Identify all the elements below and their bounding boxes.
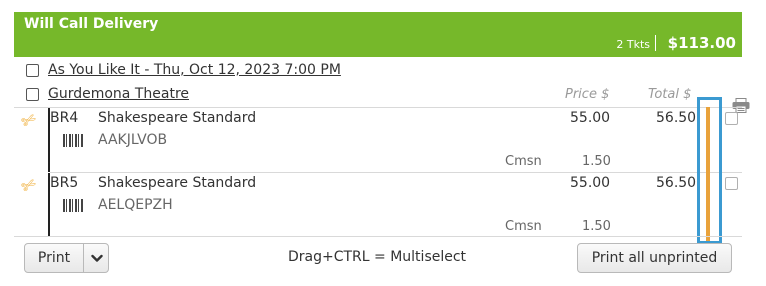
venue-link[interactable]: Gurdemona Theatre xyxy=(48,86,189,102)
multiselect-hint: Drag+CTRL = Multiselect xyxy=(288,249,467,265)
event-row: As You Like It - Thu, Oct 12, 2023 7:00 … xyxy=(14,59,742,83)
selection-box xyxy=(697,97,722,244)
ticket-total: 56.50 xyxy=(656,110,697,126)
commission-label: Cmsn xyxy=(505,154,542,169)
tickets-count: 2 Tkts xyxy=(616,38,650,51)
price-column-header: Price $ xyxy=(565,87,610,102)
venue-checkbox[interactable] xyxy=(26,88,39,101)
split-divider xyxy=(83,244,84,272)
barcode-text: AAKJLVOB xyxy=(98,132,168,148)
commission-label: Cmsn xyxy=(505,219,542,234)
seat-label: BR5 xyxy=(50,175,79,191)
barcode-icon xyxy=(63,199,84,212)
commission-value: 1.50 xyxy=(582,219,611,234)
seat-label: BR4 xyxy=(50,110,79,126)
order-total: $113.00 xyxy=(667,34,736,52)
ticket-checkbox[interactable] xyxy=(725,177,738,190)
panel-footer: Print Drag+CTRL = Multiselect Print all … xyxy=(14,236,742,284)
venue-row: Gurdemona Theatre Price $ Total $ xyxy=(14,83,742,107)
ticket-checkbox[interactable] xyxy=(725,112,738,125)
panel-header: Will Call Delivery 2 Tkts $113.00 xyxy=(14,12,742,57)
header-divider xyxy=(655,35,656,51)
barcode-icon xyxy=(63,134,84,147)
ticket-price: 55.00 xyxy=(570,175,611,191)
ticket-price: 55.00 xyxy=(570,110,611,126)
divider-line xyxy=(14,107,742,108)
ticket-divider xyxy=(50,172,742,173)
price-level: Shakespeare Standard xyxy=(98,175,257,191)
barcode-text: AELQEPZH xyxy=(98,197,173,213)
chevron-down-icon[interactable] xyxy=(91,254,103,263)
printer-icon[interactable] xyxy=(732,98,750,113)
price-level: Shakespeare Standard xyxy=(98,110,257,126)
event-checkbox[interactable] xyxy=(26,64,39,77)
ticket-icon: ✄ xyxy=(18,108,41,134)
total-column-header: Total $ xyxy=(648,87,692,102)
print-all-unprinted-button[interactable]: Print all unprinted xyxy=(577,243,732,273)
will-call-delivery-panel: Will Call Delivery 2 Tkts $113.00 As You… xyxy=(14,12,750,284)
print-button[interactable]: Print xyxy=(25,244,83,272)
ticket-icon: ✄ xyxy=(18,173,41,199)
print-split-button[interactable]: Print xyxy=(24,243,109,273)
event-link[interactable]: As You Like It - Thu, Oct 12, 2023 7:00 … xyxy=(48,62,341,78)
ticket-total: 56.50 xyxy=(656,175,697,191)
commission-value: 1.50 xyxy=(582,154,611,169)
panel-title: Will Call Delivery xyxy=(24,16,159,32)
